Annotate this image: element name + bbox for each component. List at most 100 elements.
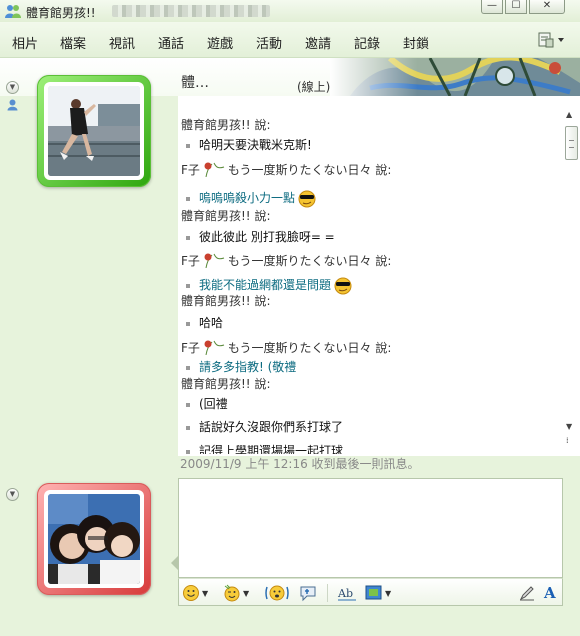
message-item: 哈明天要決戰米克斯! [186, 136, 312, 153]
toolbar-separator [327, 584, 328, 602]
chevron-down-icon: ▼ [385, 588, 392, 598]
speaker-name: もう一度斯りたくない日々 [227, 163, 372, 177]
background-image-icon [365, 585, 382, 600]
bullet [186, 321, 190, 326]
cool-face-icon [298, 190, 316, 208]
font-button[interactable]: Ab [337, 583, 357, 603]
flower-icon [204, 253, 225, 268]
message-text: 請多多指教! (敬禮 [199, 360, 297, 374]
bullet [186, 143, 190, 148]
conversation-scrollbar[interactable]: ▲ ▼ ⁞ [563, 96, 580, 456]
says-label: 說: [375, 341, 392, 355]
flower-icon [204, 340, 225, 355]
message-input[interactable] [178, 478, 563, 578]
bullet [186, 196, 190, 201]
speech-bubble-icon [300, 586, 316, 602]
speaker-line: 體育館男孩!! 說: [181, 207, 271, 224]
contact-avatar[interactable] [37, 75, 151, 187]
menu-item-files[interactable]: 檔案 [60, 33, 86, 52]
message-text: 記得上學期還場場一起打球 [199, 444, 344, 454]
nudge-button[interactable] [264, 583, 290, 603]
cool-face-icon [334, 277, 352, 295]
message-text: 話說好久沒跟你們系打球了 [199, 420, 344, 434]
background-button[interactable]: ▼ [365, 583, 391, 603]
speaker-name: もう一度斯りたくない日々 [227, 254, 372, 268]
message-text: 我能不能過網都還是問題 [199, 278, 332, 292]
voice-clip-button[interactable] [299, 583, 317, 603]
message-item: 哈哈 [186, 314, 223, 331]
menu-item-photos[interactable]: 相片 [12, 33, 38, 52]
speaker-name-prefix: F子 [181, 341, 200, 355]
menu-item-call[interactable]: 通話 [158, 33, 184, 52]
show-menu-icon[interactable] [537, 31, 567, 49]
contact-photo [48, 86, 140, 176]
menu-item-block[interactable]: 封鎖 [403, 33, 429, 52]
message-text: 哈哈 [199, 316, 224, 330]
message-item: 彼此彼此 別打我臉呀= = [186, 228, 335, 245]
input-toolbar: ▼ ▼ Ab ▼ A [178, 578, 563, 606]
message-item: 話說好久沒跟你們系打球了 [186, 418, 343, 435]
message-item: (回禮 [186, 395, 228, 412]
handwriting-button[interactable] [518, 583, 536, 603]
maximize-button[interactable]: ☐ [505, 0, 527, 14]
online-status-icon[interactable] [6, 98, 19, 111]
bullet [186, 449, 190, 454]
message-text: 彼此彼此 別打我臉呀= = [199, 230, 335, 244]
graffiti-background-image [330, 58, 580, 96]
speaker-line: F子 もう一度斯りたくない日々 說: [181, 339, 391, 356]
speaker-line: 體育館男孩!! 說: [181, 292, 271, 309]
minimize-button[interactable]: — [481, 0, 503, 14]
message-item: 請多多指教! (敬禮 [186, 358, 296, 375]
says-label: 說: [375, 254, 392, 268]
last-message-timestamp: 2009/11/9 上午 12:16 收到最後一則訊息。 [180, 457, 420, 471]
contact-name: 體… [181, 75, 209, 91]
says-label: 說: [254, 377, 271, 391]
bullet [186, 402, 190, 407]
speaker-name: 體育館男孩!! [181, 118, 251, 132]
resize-grip-icon[interactable]: ⁞ [566, 436, 569, 445]
speaker-name-prefix: F子 [181, 163, 200, 177]
close-button[interactable]: ✕ [529, 0, 565, 14]
speaker-name: もう一度斯りたくない日々 [227, 341, 372, 355]
speaker-line: 體育館男孩!! 說: [181, 375, 271, 392]
message-text: 嗚嗚嗚殺小力一點 [199, 191, 296, 205]
scroll-down-icon[interactable]: ▼ [566, 422, 572, 431]
menu-item-activities[interactable]: 活動 [256, 33, 282, 52]
speaker-line: F子 もう一度斯りたくない日々 說: [181, 252, 391, 269]
messenger-buddy-icon [5, 5, 21, 18]
chevron-down-icon: ▼ [243, 588, 250, 598]
menu-bar: 相片 檔案 視訊 通話 遊戲 活動 邀請 記錄 封鎖 [0, 22, 580, 58]
collapse-contact-icon[interactable]: ▼ [6, 81, 19, 94]
bullet [186, 283, 190, 288]
menu-item-games[interactable]: 遊戲 [207, 33, 233, 52]
format-text-button[interactable]: A [544, 584, 556, 602]
contact-status: (線上) [297, 80, 331, 94]
scroll-up-icon[interactable]: ▲ [566, 110, 572, 119]
svg-text:b: b [346, 587, 353, 600]
message-item: 嗚嗚嗚殺小力一點 [186, 188, 317, 208]
self-photo [48, 494, 140, 584]
says-label: 說: [375, 163, 392, 177]
flower-icon [204, 162, 225, 177]
message-text: 哈明天要決戰米克斯! [199, 138, 312, 152]
menu-item-invite[interactable]: 邀請 [305, 33, 331, 52]
self-avatar[interactable] [37, 483, 151, 595]
smiley-icon [183, 585, 199, 601]
chevron-down-icon: ▼ [202, 588, 209, 598]
says-label: 說: [254, 209, 271, 223]
speaker-name-prefix: F子 [181, 254, 200, 268]
wink-button[interactable]: ▼ [223, 583, 249, 603]
says-label: 說: [254, 118, 271, 132]
scrollbar-thumb[interactable] [565, 126, 578, 160]
conversation-history[interactable]: 體育館男孩!! 說: 哈明天要決戰米克斯! F子 もう一度斯りたくない日々 說: … [178, 96, 563, 456]
pen-icon [519, 586, 534, 601]
font-icon: Ab [337, 587, 356, 601]
window-title: 體育館男孩!! [26, 6, 96, 20]
menu-item-history[interactable]: 記錄 [354, 33, 380, 52]
menu-item-video[interactable]: 視訊 [109, 33, 135, 52]
speaker-name: 體育館男孩!! [181, 294, 251, 308]
emoticon-button[interactable]: ▼ [182, 583, 208, 603]
collapse-self-icon[interactable]: ▼ [6, 488, 19, 501]
nudge-icon [265, 585, 289, 601]
redacted-title-text [112, 5, 270, 17]
